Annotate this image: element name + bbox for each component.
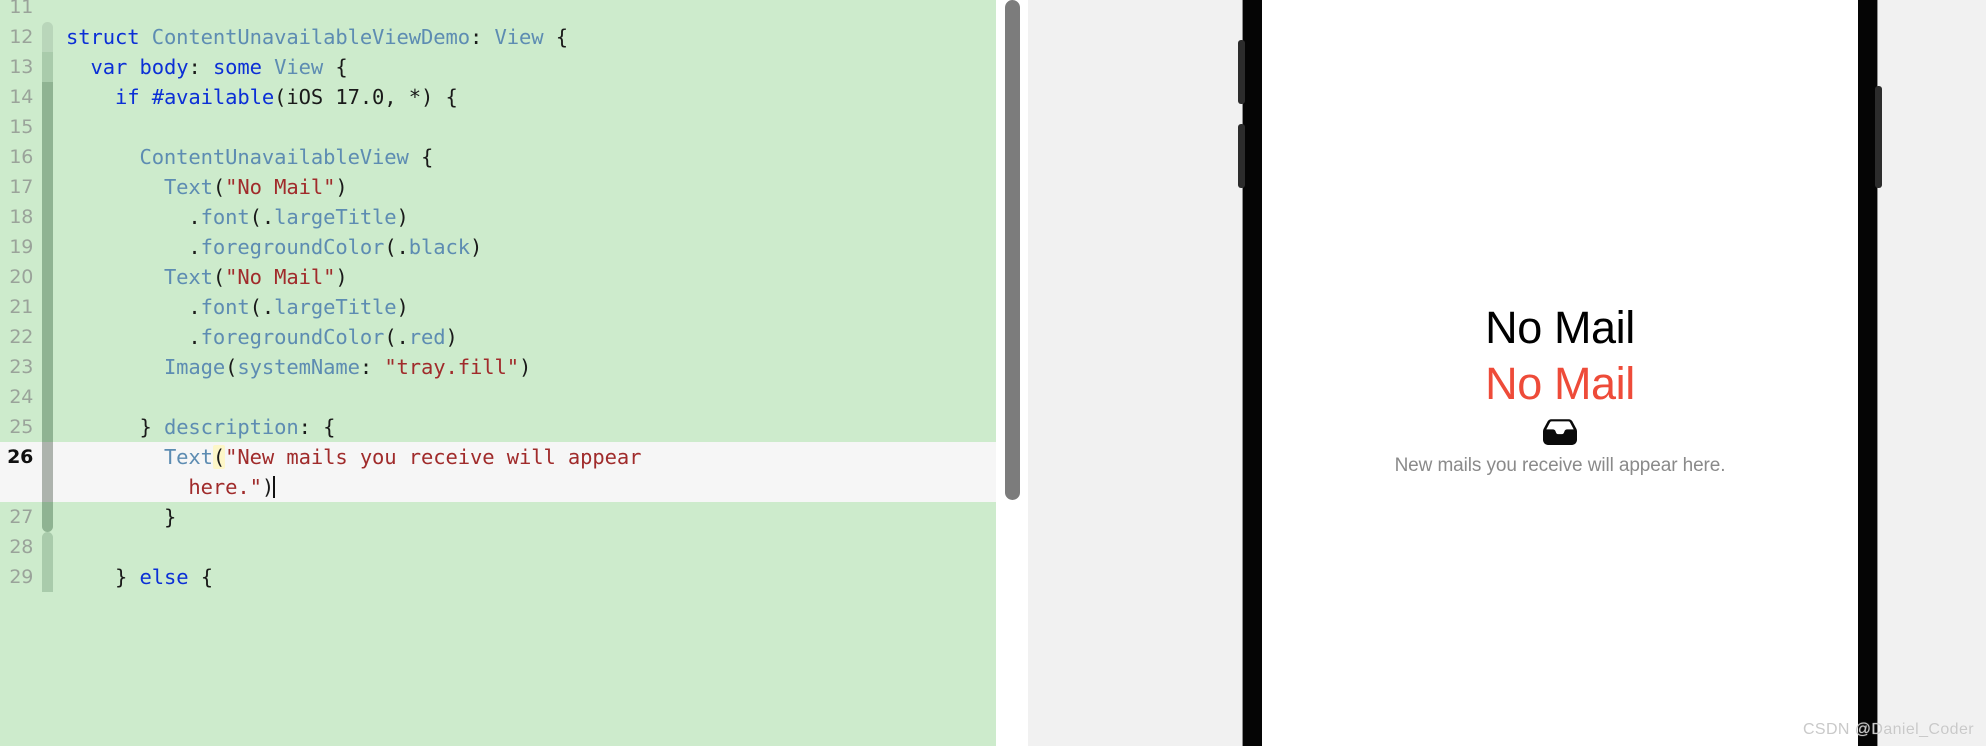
device-screen[interactable]: No Mail No Mail New mails you receive wi… (1262, 0, 1858, 746)
code-line[interactable]: 11 (0, 0, 996, 22)
code-line[interactable]: 28 (0, 532, 996, 562)
preview-description: New mails you receive will appear here. (1394, 454, 1726, 476)
line-number: 15 (9, 116, 33, 138)
change-bar (42, 382, 53, 412)
line-number: 25 (9, 416, 33, 438)
line-content[interactable]: var body: some View { (53, 52, 996, 82)
change-bar (42, 352, 53, 382)
line-number: 18 (9, 206, 33, 228)
watermark: CSDN @Daniel_Coder (1802, 721, 1974, 738)
volume-up-button[interactable] (1238, 40, 1245, 104)
code-line[interactable]: 20 Text("No Mail") (0, 262, 996, 292)
change-bar (42, 292, 53, 322)
line-number: 23 (9, 356, 33, 378)
code-line-list: 11 12 struct ContentUnavailableViewDemo:… (0, 0, 996, 592)
line-number: 24 (9, 386, 33, 408)
line-number: 29 (9, 566, 33, 588)
change-bar (42, 412, 53, 442)
line-number: 22 (9, 326, 33, 348)
change-bar (42, 172, 53, 202)
change-bar (42, 262, 53, 292)
device-frame-iphone: No Mail No Mail New mails you receive wi… (1238, 0, 1882, 746)
line-number: 13 (9, 56, 33, 78)
code-line[interactable]: 25 } description: { (0, 412, 996, 442)
change-bar (42, 322, 53, 352)
line-number: 14 (9, 86, 33, 108)
line-content[interactable]: } else { (53, 562, 996, 592)
code-line[interactable]: 13 var body: some View { (0, 52, 996, 82)
line-number: 21 (9, 296, 33, 318)
code-line[interactable]: 12 struct ContentUnavailableViewDemo: Vi… (0, 22, 996, 52)
editor-vertical-scrollbar[interactable] (996, 0, 1028, 746)
code-line[interactable]: 15 (0, 112, 996, 142)
code-line[interactable]: 29 } else { (0, 562, 996, 592)
line-content[interactable]: Text("New mails you receive will appear … (53, 442, 996, 502)
line-content[interactable]: .foregroundColor(.red) (53, 322, 996, 352)
change-bar (42, 22, 53, 52)
power-button[interactable] (1875, 86, 1882, 188)
change-bar (42, 502, 53, 532)
code-line[interactable]: 16 ContentUnavailableView { (0, 142, 996, 172)
line-content[interactable]: .foregroundColor(.black) (53, 232, 996, 262)
code-line[interactable]: 24 (0, 382, 996, 412)
line-content[interactable]: } (53, 502, 996, 532)
change-bar (42, 232, 53, 262)
line-number: 20 (9, 266, 33, 288)
change-bar (42, 532, 53, 562)
line-content[interactable]: Image(systemName: "tray.fill") (53, 352, 996, 382)
line-number: 16 (9, 146, 33, 168)
preview-canvas[interactable]: No Mail No Mail New mails you receive wi… (1028, 0, 1986, 746)
code-line[interactable]: 27 } (0, 502, 996, 532)
code-line[interactable]: 19 .foregroundColor(.black) (0, 232, 996, 262)
content-unavailable-view: No Mail No Mail New mails you receive wi… (1262, 0, 1858, 746)
volume-down-button[interactable] (1238, 124, 1245, 188)
tray-fill-icon (1543, 418, 1577, 445)
change-bar (42, 52, 53, 82)
line-content[interactable]: } description: { (53, 412, 996, 442)
preview-title-black: No Mail (1485, 302, 1635, 354)
change-bar (42, 562, 53, 592)
code-line-current[interactable]: 26 Text("New mails you receive will appe… (0, 442, 996, 502)
line-content[interactable]: .font(.largeTitle) (53, 202, 996, 232)
line-content[interactable]: .font(.largeTitle) (53, 292, 996, 322)
line-content[interactable]: ContentUnavailableView { (53, 142, 996, 172)
line-number: 11 (9, 0, 33, 18)
line-number: 26 (7, 446, 33, 468)
code-line[interactable]: 17 Text("No Mail") (0, 172, 996, 202)
line-content[interactable]: if #available(iOS 17.0, *) { (53, 82, 996, 112)
line-content[interactable]: Text("No Mail") (53, 262, 996, 292)
change-bar (42, 142, 53, 172)
preview-title-red: No Mail (1485, 357, 1635, 409)
line-number: 27 (9, 506, 33, 528)
text-cursor (273, 476, 276, 498)
change-bar (42, 82, 53, 112)
code-line[interactable]: 21 .font(.largeTitle) (0, 292, 996, 322)
change-bar (42, 112, 53, 142)
code-line[interactable]: 23 Image(systemName: "tray.fill") (0, 352, 996, 382)
line-number: 19 (9, 236, 33, 258)
change-bar (42, 0, 53, 22)
code-line[interactable]: 14 if #available(iOS 17.0, *) { (0, 82, 996, 112)
line-number: 12 (9, 26, 33, 48)
line-content[interactable]: struct ContentUnavailableViewDemo: View … (53, 22, 996, 52)
line-number: 17 (9, 176, 33, 198)
code-line[interactable]: 18 .font(.largeTitle) (0, 202, 996, 232)
scrollbar-thumb[interactable] (1005, 0, 1020, 500)
change-bar (42, 202, 53, 232)
code-line[interactable]: 22 .foregroundColor(.red) (0, 322, 996, 352)
change-bar (42, 442, 53, 502)
line-number: 28 (9, 536, 33, 558)
code-editor[interactable]: 11 12 struct ContentUnavailableViewDemo:… (0, 0, 996, 746)
line-content[interactable]: Text("No Mail") (53, 172, 996, 202)
screenshot-root: 11 12 struct ContentUnavailableViewDemo:… (0, 0, 1986, 746)
